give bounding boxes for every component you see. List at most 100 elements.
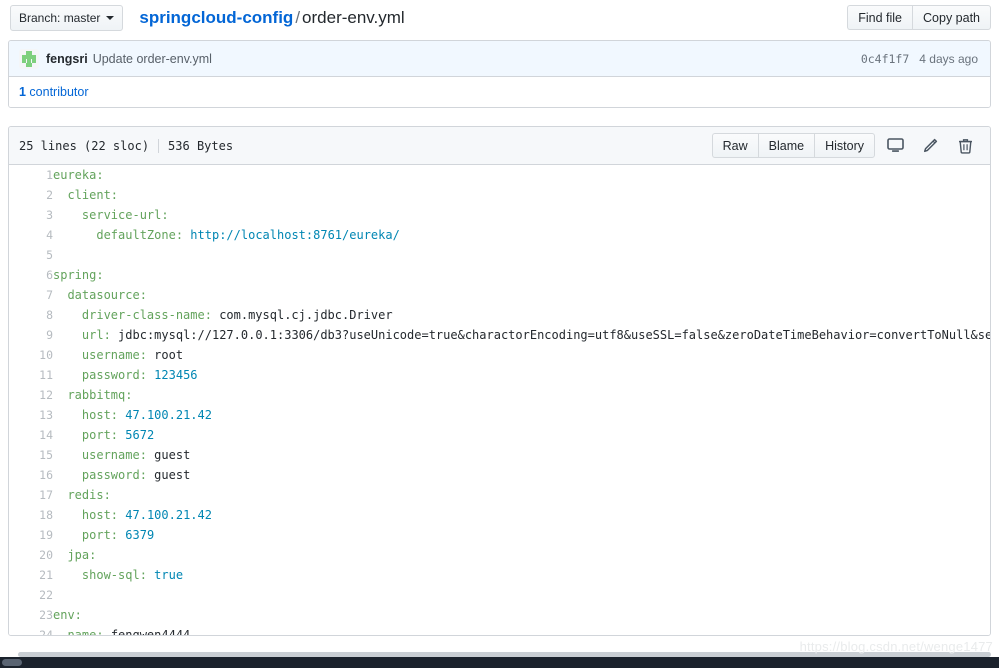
code-line: 24 name: fengwen4444 bbox=[9, 625, 990, 635]
yaml-key: username: bbox=[81, 348, 147, 362]
yaml-key: jpa: bbox=[67, 548, 97, 562]
code-line: 23 env: bbox=[9, 605, 990, 625]
trash-icon bbox=[958, 138, 972, 154]
yaml-key: name: bbox=[67, 628, 104, 635]
line-content: datasource: bbox=[53, 285, 990, 305]
line-number[interactable]: 12 bbox=[9, 385, 53, 405]
line-number[interactable]: 5 bbox=[9, 245, 53, 265]
commit-time: 4 days ago bbox=[919, 52, 978, 66]
breadcrumb-separator: / bbox=[295, 8, 301, 27]
commit-author[interactable]: fengsri bbox=[46, 52, 88, 66]
code-line: 5 bbox=[9, 245, 990, 265]
pencil-icon bbox=[923, 138, 938, 152]
yaml-key: client: bbox=[67, 188, 119, 202]
yaml-value: fengwen4444 bbox=[110, 628, 191, 635]
code-table: 1 eureka: 2 client: 3 service-url: 4 default… bbox=[9, 165, 990, 635]
yaml-value: guest bbox=[154, 448, 191, 462]
path-button-group: Find file Copy path bbox=[847, 5, 991, 30]
yaml-key: defaultZone: bbox=[96, 228, 184, 242]
line-number[interactable]: 24 bbox=[9, 625, 53, 635]
line-number[interactable]: 7 bbox=[9, 285, 53, 305]
line-number[interactable]: 15 bbox=[9, 445, 53, 465]
latest-commit-row: fengsri Update order-env.yml 0c4f1f7 4 d… bbox=[9, 41, 990, 77]
yaml-value: 47.100.21.42 bbox=[125, 508, 212, 522]
open-in-desktop-button[interactable] bbox=[880, 133, 910, 158]
line-number[interactable]: 3 bbox=[9, 205, 53, 225]
code-line: 21 show-sql: true bbox=[9, 565, 990, 585]
line-number[interactable]: 16 bbox=[9, 465, 53, 485]
code-line: 15 username: guest bbox=[9, 445, 990, 465]
code-line: 16 password: guest bbox=[9, 465, 990, 485]
contributors-link[interactable]: 1 contributor bbox=[19, 85, 88, 99]
line-number[interactable]: 14 bbox=[9, 425, 53, 445]
yaml-key: redis: bbox=[67, 488, 111, 502]
line-content bbox=[53, 245, 990, 265]
line-number[interactable]: 18 bbox=[9, 505, 53, 525]
file-actions: Raw Blame History bbox=[711, 133, 980, 158]
yaml-key: service-url: bbox=[81, 208, 169, 222]
line-number[interactable]: 19 bbox=[9, 525, 53, 545]
branch-selector-button[interactable]: Branch: master bbox=[10, 5, 124, 31]
line-number[interactable]: 20 bbox=[9, 545, 53, 565]
line-content: password: 123456 bbox=[53, 365, 990, 385]
code-line: 20 jpa: bbox=[9, 545, 990, 565]
yaml-key: url: bbox=[81, 328, 111, 342]
line-content: defaultZone: http://localhost:8761/eurek… bbox=[53, 225, 990, 245]
blame-button[interactable]: Blame bbox=[757, 133, 815, 158]
yaml-value: 5672 bbox=[125, 428, 155, 442]
line-content: username: root bbox=[53, 345, 990, 365]
yaml-value: 6379 bbox=[125, 528, 155, 542]
yaml-value: root bbox=[154, 348, 184, 362]
breadcrumb-repo-link[interactable]: springcloud-config bbox=[139, 8, 293, 27]
breadcrumb-file-name: order-env.yml bbox=[302, 8, 405, 27]
yaml-key: eureka: bbox=[53, 168, 104, 182]
find-file-button[interactable]: Find file bbox=[847, 5, 913, 30]
yaml-value: jdbc:mysql://127.0.0.1:3306/db3?useUnico… bbox=[118, 328, 990, 342]
yaml-key: spring: bbox=[53, 268, 104, 282]
line-content: service-url: bbox=[53, 205, 990, 225]
copy-path-button[interactable]: Copy path bbox=[912, 5, 991, 30]
line-number[interactable]: 17 bbox=[9, 485, 53, 505]
horizontal-scrollbar[interactable] bbox=[0, 657, 999, 668]
line-number[interactable]: 11 bbox=[9, 365, 53, 385]
path-bar-actions: Find file Copy path bbox=[847, 5, 991, 30]
edit-file-button[interactable] bbox=[915, 133, 945, 158]
yaml-key: driver-class-name: bbox=[81, 308, 212, 322]
code-line: 17 redis: bbox=[9, 485, 990, 505]
avatar[interactable] bbox=[19, 48, 39, 69]
yaml-value: 47.100.21.42 bbox=[125, 408, 212, 422]
file-meta-bar: 25 lines (22 sloc) 536 Bytes Raw Blame H… bbox=[9, 127, 990, 165]
code-line: 2 client: bbox=[9, 185, 990, 205]
code-line: 18 host: 47.100.21.42 bbox=[9, 505, 990, 525]
code-line: 6 spring: bbox=[9, 265, 990, 285]
delete-file-button[interactable] bbox=[950, 133, 980, 158]
code-line: 4 defaultZone: http://localhost:8761/eur… bbox=[9, 225, 990, 245]
line-number[interactable]: 13 bbox=[9, 405, 53, 425]
line-number[interactable]: 6 bbox=[9, 265, 53, 285]
line-content: driver-class-name: com.mysql.cj.jdbc.Dri… bbox=[53, 305, 990, 325]
commit-message[interactable]: Update order-env.yml bbox=[93, 52, 212, 66]
commit-sha[interactable]: 0c4f1f7 bbox=[861, 52, 909, 66]
line-number[interactable]: 9 bbox=[9, 325, 53, 345]
chevron-down-icon bbox=[106, 16, 115, 20]
line-number[interactable]: 22 bbox=[9, 585, 53, 605]
line-content: rabbitmq: bbox=[53, 385, 990, 405]
line-number[interactable]: 21 bbox=[9, 565, 53, 585]
line-number[interactable]: 1 bbox=[9, 165, 53, 185]
horizontal-scrollbar-thumb[interactable] bbox=[2, 659, 22, 666]
raw-button[interactable]: Raw bbox=[711, 133, 758, 158]
yaml-key: show-sql: bbox=[81, 568, 147, 582]
yaml-key: username: bbox=[81, 448, 147, 462]
line-number[interactable]: 23 bbox=[9, 605, 53, 625]
history-button[interactable]: History bbox=[814, 133, 875, 158]
code-line: 11 password: 123456 bbox=[9, 365, 990, 385]
line-number[interactable]: 2 bbox=[9, 185, 53, 205]
line-number[interactable]: 4 bbox=[9, 225, 53, 245]
line-number[interactable]: 10 bbox=[9, 345, 53, 365]
code-line: 12 rabbitmq: bbox=[9, 385, 990, 405]
contributors-row: 1 contributor bbox=[9, 77, 990, 107]
yaml-key: host: bbox=[81, 508, 119, 522]
line-number[interactable]: 8 bbox=[9, 305, 53, 325]
commit-box: fengsri Update order-env.yml 0c4f1f7 4 d… bbox=[8, 40, 991, 108]
code-line: 7 datasource: bbox=[9, 285, 990, 305]
